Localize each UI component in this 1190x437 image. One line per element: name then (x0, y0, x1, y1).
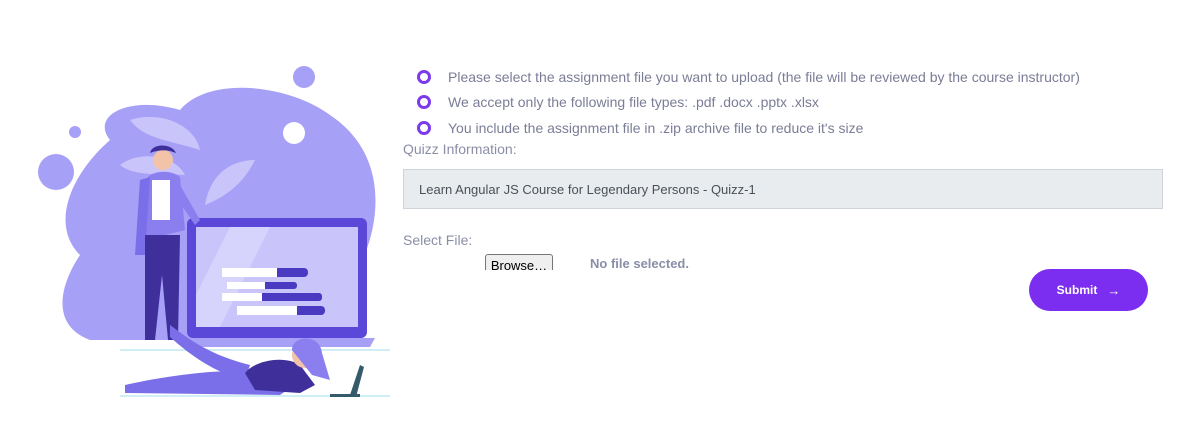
quiz-info-value: Learn Angular JS Course for Legendary Pe… (419, 182, 756, 197)
select-file-label: Select File: (403, 232, 473, 248)
circle-bullet-icon (417, 69, 431, 84)
file-input[interactable]: Browse… No file selected. (485, 254, 725, 270)
quiz-info-field: Learn Angular JS Course for Legendary Pe… (403, 169, 1163, 209)
arrow-right-icon: → (1107, 282, 1121, 298)
submit-label: Submit (1056, 283, 1098, 297)
instruction-text: Please select the assignment file you wa… (448, 68, 1080, 85)
upload-illustration (38, 66, 390, 397)
instructions-list: Please select the assignment file you wa… (417, 64, 1080, 141)
instruction-text: We accept only the following file types:… (448, 94, 819, 111)
file-status-text: No file selected. (590, 256, 689, 270)
quiz-info-label: Quizz Information: (403, 141, 517, 157)
circle-bullet-icon (417, 95, 431, 110)
circle-bullet-icon (417, 120, 431, 135)
list-item: Please select the assignment file you wa… (417, 64, 1080, 90)
browse-button[interactable]: Browse… (485, 254, 553, 270)
list-item: You include the assignment file in .zip … (417, 115, 1080, 141)
list-item: We accept only the following file types:… (417, 90, 1080, 116)
submit-button[interactable]: Submit → (1029, 269, 1148, 311)
instruction-text: You include the assignment file in .zip … (448, 119, 864, 136)
